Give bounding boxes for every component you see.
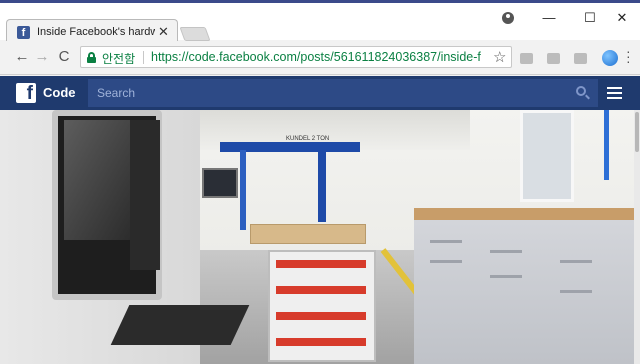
scrollbar-thumb[interactable] [635,112,639,152]
tool-cabinets [414,208,640,364]
browser-toolbar: ← → C 안전함 https://code.facebook.com/post… [0,41,640,75]
tab-title: Inside Facebook's hardw [37,26,155,38]
machine-glass [64,120,134,240]
hero-image: KUNDEL 2 TON [0,110,640,364]
reload-button[interactable]: C [56,49,72,65]
site-header: f Code Search [0,76,640,110]
cabinet-worktop [414,208,640,220]
lock-icon [87,52,96,63]
machine-panel [130,120,160,270]
bookmark-star-icon[interactable]: ☆ [493,48,506,66]
search-placeholder: Search [97,86,136,100]
monitor [202,168,238,198]
extension-icon[interactable] [520,53,533,64]
search-icon[interactable] [576,86,586,96]
forward-button[interactable]: → [34,49,50,65]
air-hose [604,110,609,180]
extension-icon[interactable] [547,53,560,64]
secure-label: 안전함 [102,52,136,66]
minimize-button[interactable]: — [535,9,563,27]
maximize-button[interactable]: ☐ [576,9,604,27]
drawer-handle [490,250,522,253]
new-tab-button[interactable] [179,27,211,41]
facebook-icon: f [17,26,30,39]
url-path: /posts/561611824036387/inside-f... [296,50,481,64]
browser-titlebar: f Inside Facebook's hardw ✕ — ☐ ✕ [0,0,640,44]
cart-shelf [276,260,366,268]
crane-label: KUNDEL 2 TON [286,136,330,142]
url-text[interactable]: https://code.facebook.com/posts/56161182… [151,50,481,64]
tab-close-icon[interactable]: ✕ [158,24,169,40]
facebook-logo-icon[interactable]: f [16,83,36,104]
globe-icon[interactable] [602,50,618,66]
close-window-button[interactable]: ✕ [608,9,636,27]
cart-shelf [276,312,366,320]
back-button[interactable]: ← [14,49,30,65]
drawer-handle [490,275,522,278]
machine-stand [240,150,246,230]
url-host: https://code.facebook.com [151,50,297,64]
crane-post [318,142,326,222]
drawer-handle [560,290,592,293]
search-input[interactable] [88,79,598,107]
workbench [250,224,366,244]
floor-mat [110,305,250,345]
browser-menu-icon[interactable]: · · · [626,44,631,68]
wall-window [520,110,574,202]
site-brand[interactable]: Code [43,85,76,100]
profile-icon[interactable] [502,12,514,24]
extension-icon[interactable] [574,53,587,64]
address-bar[interactable]: 안전함 https://code.facebook.com/posts/5616… [80,46,512,68]
cart-shelf [276,286,366,294]
menu-icon[interactable] [607,87,622,99]
drawer-handle [430,260,462,263]
cart-shelf [276,338,366,346]
drawer-handle [430,240,462,243]
divider [143,51,144,64]
drawer-handle [560,260,592,263]
